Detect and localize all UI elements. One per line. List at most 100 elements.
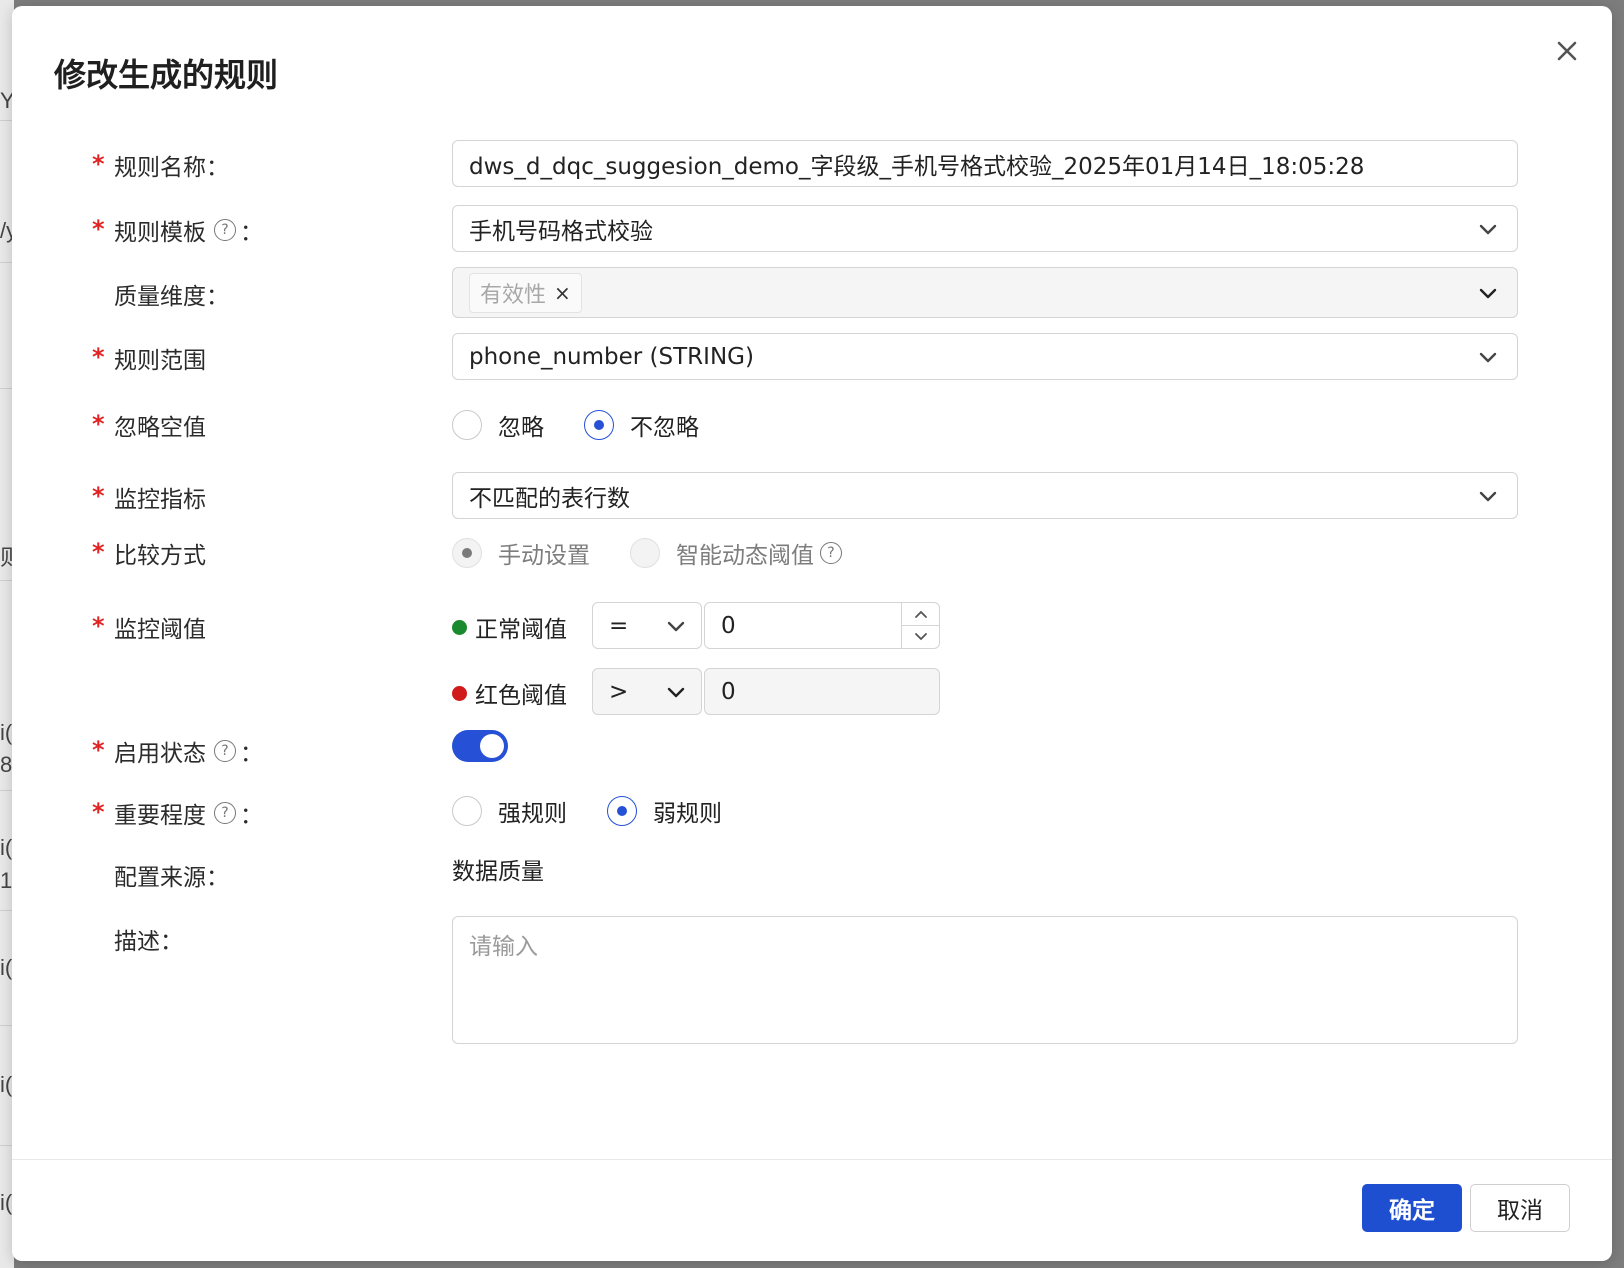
increment-button[interactable] bbox=[902, 603, 939, 625]
normal-threshold-value: 0 bbox=[721, 612, 736, 639]
enabled-toggle[interactable] bbox=[452, 730, 508, 762]
monitor-metric-value: 不匹配的表行数 bbox=[469, 485, 630, 512]
radio-label: 不忽略 bbox=[630, 415, 699, 441]
compare-mode-label: 比较方式 bbox=[114, 543, 206, 569]
help-icon[interactable]: ? bbox=[820, 542, 842, 564]
compare-mode-radio-group: 手动设置 智能动态阈值 ? bbox=[452, 536, 882, 570]
required-mark: * bbox=[92, 736, 105, 764]
quality-dimension-select[interactable]: 有效性 × bbox=[452, 267, 1518, 318]
normal-threshold-text: 正常阈值 bbox=[475, 617, 567, 643]
normal-threshold-label: 正常阈值 bbox=[452, 610, 567, 644]
cancel-button[interactable]: 取消 bbox=[1470, 1184, 1570, 1232]
radio-label: 忽略 bbox=[498, 415, 544, 441]
red-threshold-input[interactable]: 0 bbox=[704, 668, 940, 715]
enabled-label: 启用状态 ? ： bbox=[114, 734, 263, 768]
red-status-dot bbox=[452, 685, 467, 701]
required-mark: * bbox=[92, 215, 105, 243]
radio-weak-rule[interactable]: 弱规则 bbox=[607, 794, 722, 828]
rule-scope-select[interactable]: phone_number (STRING) bbox=[452, 333, 1518, 380]
label-colon: ： bbox=[240, 803, 263, 829]
ignore-null-radio-group: 忽略 不忽略 bbox=[452, 408, 739, 442]
ignore-null-label: 忽略空值 bbox=[114, 415, 206, 441]
required-mark: * bbox=[92, 798, 105, 826]
confirm-button[interactable]: 确定 bbox=[1362, 1184, 1462, 1232]
number-stepper bbox=[901, 603, 939, 648]
dimension-tag: 有效性 × bbox=[469, 272, 582, 313]
radio-not-ignore[interactable]: 不忽略 bbox=[584, 408, 699, 442]
red-operator-select[interactable]: > bbox=[592, 668, 702, 715]
rule-name-value: dws_d_dqc_suggesion_demo_字段级_手机号格式校验_202… bbox=[469, 153, 1365, 180]
chevron-down-icon bbox=[1479, 288, 1497, 298]
radio-circle[interactable] bbox=[452, 410, 482, 440]
chevron-down-icon bbox=[914, 633, 927, 641]
required-mark: * bbox=[92, 612, 105, 640]
normal-operator-value: = bbox=[609, 612, 629, 639]
importance-radio-group: 强规则 弱规则 bbox=[452, 794, 762, 828]
required-mark: * bbox=[92, 343, 105, 371]
radio-circle-selected[interactable] bbox=[607, 796, 637, 826]
importance-label-text: 重要程度 bbox=[114, 803, 206, 829]
radio-circle-selected[interactable] bbox=[452, 538, 482, 568]
radio-manual[interactable]: 手动设置 bbox=[452, 536, 590, 570]
rule-name-input[interactable]: dws_d_dqc_suggesion_demo_字段级_手机号格式校验_202… bbox=[452, 140, 1518, 187]
config-source-label: 配置来源： bbox=[114, 865, 229, 891]
importance-label: 重要程度 ? ： bbox=[114, 796, 263, 830]
help-icon[interactable]: ? bbox=[214, 802, 236, 824]
radio-ignore[interactable]: 忽略 bbox=[452, 408, 544, 442]
rule-template-label-text: 规则模板 bbox=[114, 220, 206, 246]
description-placeholder: 请输入 bbox=[469, 934, 538, 960]
dialog-title: 修改生成的规则 bbox=[54, 56, 279, 94]
red-threshold-label: 红色阈值 bbox=[452, 676, 567, 710]
footer-divider bbox=[12, 1159, 1612, 1160]
red-operator-value: > bbox=[609, 678, 629, 705]
rule-template-label: 规则模板 ? ： bbox=[114, 213, 263, 247]
chevron-up-icon bbox=[914, 610, 927, 618]
rule-template-select[interactable]: 手机号码格式校验 bbox=[452, 205, 1518, 252]
red-threshold-text: 红色阈值 bbox=[475, 683, 567, 709]
radio-label: 手动设置 bbox=[498, 543, 590, 569]
quality-dimension-label: 质量维度： bbox=[114, 284, 229, 310]
radio-strong-rule[interactable]: 强规则 bbox=[452, 794, 567, 828]
chevron-down-icon bbox=[667, 621, 685, 631]
monitor-metric-label: 监控指标 bbox=[114, 487, 206, 513]
chevron-down-icon bbox=[1479, 352, 1497, 362]
rule-scope-label: 规则范围 bbox=[114, 348, 206, 374]
tag-close-icon[interactable]: × bbox=[554, 281, 571, 305]
toggle-knob bbox=[480, 734, 504, 758]
radio-smart-threshold[interactable]: 智能动态阈值 ? bbox=[630, 536, 842, 570]
rule-name-label: 规则名称： bbox=[114, 155, 229, 181]
radio-circle[interactable] bbox=[630, 538, 660, 568]
normal-threshold-input[interactable]: 0 bbox=[704, 602, 940, 649]
decrement-button[interactable] bbox=[902, 625, 939, 648]
radio-circle[interactable] bbox=[452, 796, 482, 826]
required-mark: * bbox=[92, 410, 105, 438]
radio-circle-selected[interactable] bbox=[584, 410, 614, 440]
red-threshold-value: 0 bbox=[721, 678, 736, 705]
rule-scope-value: phone_number (STRING) bbox=[469, 343, 754, 370]
normal-operator-select[interactable]: = bbox=[592, 602, 702, 649]
chevron-down-icon bbox=[1479, 224, 1497, 234]
required-mark: * bbox=[92, 538, 105, 566]
description-textarea[interactable]: 请输入 bbox=[452, 916, 1518, 1044]
dimension-tag-label: 有效性 bbox=[480, 282, 547, 308]
config-source-value: 数据质量 bbox=[452, 859, 544, 885]
chevron-down-icon bbox=[667, 687, 685, 697]
close-icon[interactable] bbox=[1552, 36, 1582, 66]
help-icon[interactable]: ? bbox=[214, 219, 236, 241]
monitor-metric-select[interactable]: 不匹配的表行数 bbox=[452, 472, 1518, 519]
label-colon: ： bbox=[240, 741, 263, 767]
edit-rule-dialog: 修改生成的规则 * 规则名称： dws_d_dqc_suggesion_demo… bbox=[12, 6, 1612, 1261]
description-label: 描述： bbox=[114, 929, 183, 955]
required-mark: * bbox=[92, 150, 105, 178]
label-colon: ： bbox=[240, 220, 263, 246]
green-status-dot bbox=[452, 619, 467, 635]
chevron-down-icon bbox=[1479, 491, 1497, 501]
radio-label: 智能动态阈值 bbox=[676, 543, 814, 569]
monitor-threshold-label: 监控阈值 bbox=[114, 617, 206, 643]
rule-template-value: 手机号码格式校验 bbox=[469, 218, 653, 245]
radio-label: 强规则 bbox=[498, 801, 567, 827]
radio-label: 弱规则 bbox=[653, 801, 722, 827]
enabled-label-text: 启用状态 bbox=[114, 741, 206, 767]
help-icon[interactable]: ? bbox=[214, 740, 236, 762]
required-mark: * bbox=[92, 482, 105, 510]
